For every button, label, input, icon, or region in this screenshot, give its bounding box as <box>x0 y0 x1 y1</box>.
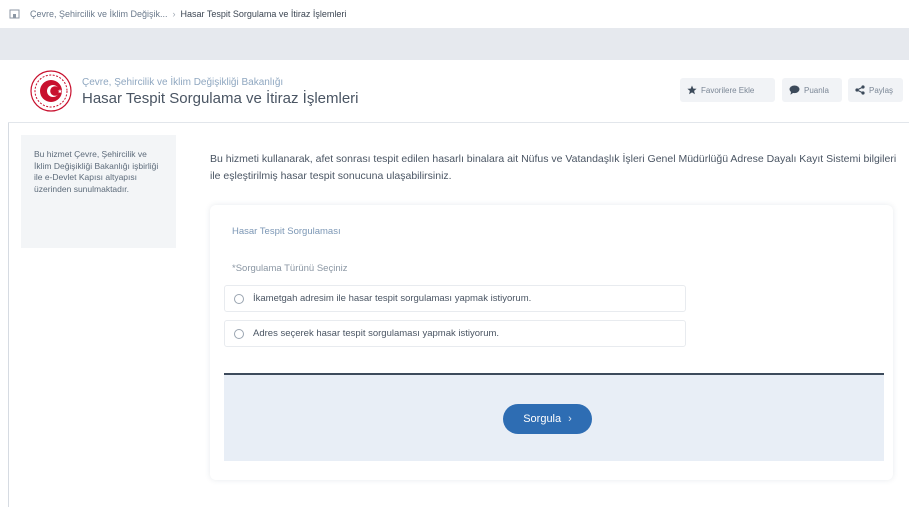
service-info-text: Bu hizmet Çevre, Şehircilik ve İklim Değ… <box>34 149 159 194</box>
rate-label: Puanla <box>804 85 829 95</box>
query-option-select-address[interactable]: Adres seçerek hasar tespit sorgulaması y… <box>224 320 686 347</box>
radio-button[interactable] <box>234 293 244 304</box>
query-option-label: Adres seçerek hasar tespit sorgulaması y… <box>253 328 500 339</box>
ministry-emblem-icon <box>30 70 72 112</box>
query-type-label: *Sorgulama Türünü Seçiniz <box>232 263 348 274</box>
add-favorites-button[interactable]: Favorilere Ekle <box>680 78 775 102</box>
share-icon <box>855 85 865 95</box>
add-favorites-label: Favorilere Ekle <box>701 85 755 95</box>
page-title: Hasar Tespit Sorgulama ve İtiraz İşlemle… <box>82 90 359 107</box>
query-submit-button[interactable]: Sorgula › <box>503 404 592 434</box>
service-description: Bu hizmeti kullanarak, afet sonrası tesp… <box>210 153 897 182</box>
query-option-residence[interactable]: İkametgah adresim ile hasar tespit sorgu… <box>224 285 686 312</box>
share-label: Paylaş <box>869 85 894 95</box>
breadcrumb-separator: › <box>172 9 176 19</box>
rate-button[interactable]: Puanla <box>782 78 842 102</box>
home-icon[interactable] <box>9 9 20 19</box>
breadcrumb-item-current: Hasar Tespit Sorgulama ve İtiraz İşlemle… <box>180 9 347 19</box>
service-info-sidebar: Bu hizmet Çevre, Şehircilik ve İklim Değ… <box>21 135 176 248</box>
query-option-label: İkametgah adresim ile hasar tespit sorgu… <box>253 293 532 304</box>
star-icon <box>687 85 697 95</box>
query-card-title: Hasar Tespit Sorgulaması <box>232 226 341 237</box>
chevron-right-icon: › <box>568 413 572 425</box>
radio-button[interactable] <box>234 328 244 339</box>
speech-bubble-icon <box>789 85 800 95</box>
breadcrumb-item-ministry[interactable]: Çevre, Şehircilik ve İklim Değişik... <box>30 9 168 19</box>
breadcrumb: Çevre, Şehircilik ve İklim Değişik... › … <box>0 0 909 28</box>
ministry-name[interactable]: Çevre, Şehircilik ve İklim Değişikliği B… <box>82 77 283 88</box>
share-button[interactable]: Paylaş <box>848 78 903 102</box>
top-band <box>0 28 909 60</box>
query-submit-label: Sorgula <box>523 413 562 425</box>
